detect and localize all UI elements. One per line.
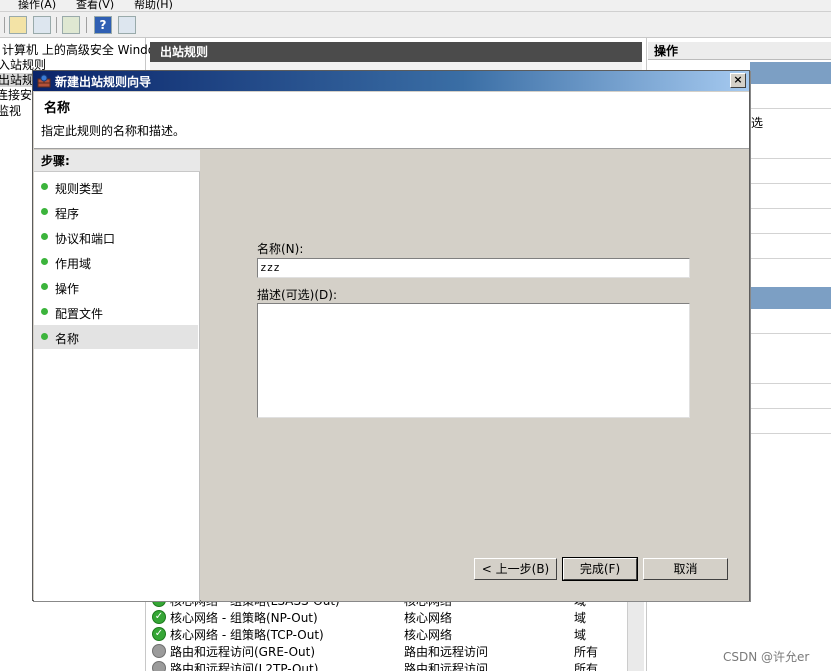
- show-hide-tree-icon[interactable]: [33, 16, 51, 34]
- actions-section-header[interactable]: [750, 287, 831, 309]
- firewall-icon: [37, 74, 51, 88]
- actions-divider: [750, 258, 831, 259]
- actions-divider: [750, 233, 831, 234]
- tree-item-root[interactable]: 计算机 上的高级安全 Windows: [2, 43, 171, 57]
- step-label: 规则类型: [55, 182, 104, 196]
- actions-divider: [750, 208, 831, 209]
- enabled-check-icon: ✓: [152, 627, 166, 641]
- actions-section-header[interactable]: [750, 62, 831, 84]
- tree-item-monitoring[interactable]: 监视: [0, 104, 21, 118]
- step-bullet-icon: [41, 233, 48, 240]
- menu-help[interactable]: 帮助(H): [134, 0, 173, 11]
- actions-divider: [750, 333, 831, 334]
- help-icon[interactable]: ?: [94, 16, 112, 34]
- rule-row[interactable]: 路由和远程访问(L2TP-Out) 路由和远程访问 所有: [148, 660, 626, 671]
- step-bullet-icon: [41, 183, 48, 190]
- step-item[interactable]: 协议和端口: [34, 225, 198, 249]
- steps-title: 步骤:: [34, 150, 200, 172]
- toolbar-separator: [56, 17, 57, 33]
- new-outbound-rule-wizard: 新建出站规则向导 × 名称 指定此规则的名称和描述。 步骤: 规则类型程序协议和…: [32, 70, 750, 601]
- step-bullet-icon: [41, 258, 48, 265]
- rules-list-scrollbar[interactable]: [627, 594, 644, 671]
- enabled-check-icon: ✓: [152, 610, 166, 624]
- actions-divider: [750, 433, 831, 434]
- step-bullet-icon: [41, 333, 48, 340]
- actions-divider: [750, 158, 831, 159]
- rule-group: 核心网络: [404, 628, 453, 642]
- step-bullet-icon: [41, 308, 48, 315]
- toolbar-separator: [86, 17, 87, 33]
- step-item[interactable]: 规则类型: [34, 175, 198, 199]
- actions-divider: [750, 408, 831, 409]
- step-label: 操作: [55, 282, 80, 296]
- rule-profile: 域: [574, 628, 587, 642]
- wizard-header: 名称 指定此规则的名称和描述。: [34, 92, 749, 149]
- name-field[interactable]: zzz: [257, 258, 690, 278]
- name-label: 名称(N):: [257, 242, 304, 256]
- wizard-page-title: 名称: [44, 101, 71, 116]
- step-item[interactable]: 作用域: [34, 250, 198, 274]
- finish-button[interactable]: 完成(F): [562, 557, 638, 581]
- step-bullet-icon: [41, 208, 48, 215]
- step-label: 配置文件: [55, 307, 104, 321]
- step-item[interactable]: 配置文件: [34, 300, 198, 324]
- rule-name: 路由和远程访问(L2TP-Out): [170, 662, 319, 671]
- step-label: 名称: [55, 332, 80, 346]
- dialog-title: 新建出站规则向导: [55, 75, 152, 89]
- rule-group: 路由和远程访问: [404, 662, 489, 671]
- toolbar-separator: [4, 17, 5, 33]
- wizard-page-description: 指定此规则的名称和描述。: [41, 124, 186, 138]
- rule-group: 核心网络: [404, 611, 453, 625]
- wizard-content: 名称(N): zzz 描述(可选)(D): < 上一步(B) 完成(F) 取消: [201, 150, 749, 601]
- steps-panel: 步骤: 规则类型程序协议和端口作用域操作配置文件名称: [34, 150, 200, 601]
- disabled-rule-icon: [152, 644, 166, 658]
- step-bullet-icon: [41, 283, 48, 290]
- rule-row[interactable]: ✓ 核心网络 - 组策略(TCP-Out) 核心网络 域: [148, 626, 626, 643]
- rule-profile: 域: [574, 611, 587, 625]
- toolbar: ?: [0, 12, 831, 38]
- rule-name: 核心网络 - 组策略(NP-Out): [170, 611, 318, 625]
- dialog-titlebar[interactable]: 新建出站规则向导 ×: [33, 71, 749, 91]
- disabled-rule-icon: [152, 661, 166, 671]
- step-item[interactable]: 程序: [34, 200, 198, 224]
- actions-item-partial[interactable]: 选: [751, 114, 763, 131]
- folder-up-icon[interactable]: [9, 16, 27, 34]
- actions-pane-title: 操作: [648, 42, 831, 60]
- menu-bar: 操作(A) 查看(V) 帮助(H): [0, 0, 831, 12]
- actions-divider: [750, 183, 831, 184]
- description-label: 描述(可选)(D):: [257, 288, 338, 302]
- back-button[interactable]: < 上一步(B): [474, 558, 557, 580]
- actions-divider: [750, 108, 831, 109]
- rule-profile: 所有: [574, 662, 599, 671]
- step-item[interactable]: 名称: [34, 325, 198, 349]
- rule-row[interactable]: 路由和远程访问(GRE-Out) 路由和远程访问 所有: [148, 643, 626, 660]
- watermark: CSDN @许允er: [723, 650, 810, 664]
- rules-list: ✓核心网络 - 组策略(LSASS-Out)核心网络域✓核心网络 - 组策略(N…: [148, 593, 644, 671]
- rule-row[interactable]: ✓ 核心网络 - 组策略(NP-Out) 核心网络 域: [148, 609, 626, 626]
- close-icon[interactable]: ×: [730, 73, 746, 88]
- step-label: 协议和端口: [55, 232, 116, 246]
- step-label: 作用域: [55, 257, 92, 271]
- actions-divider: [750, 383, 831, 384]
- cancel-button[interactable]: 取消: [643, 558, 728, 580]
- menu-action[interactable]: 操作(A): [18, 0, 56, 11]
- center-pane-title: 出站规则: [150, 42, 642, 62]
- rule-name: 核心网络 - 组策略(TCP-Out): [170, 628, 324, 642]
- rule-profile: 所有: [574, 645, 599, 659]
- show-hide-action-pane-icon[interactable]: [118, 16, 136, 34]
- rule-group: 路由和远程访问: [404, 645, 489, 659]
- export-icon[interactable]: [62, 16, 80, 34]
- step-item[interactable]: 操作: [34, 275, 198, 299]
- description-field[interactable]: [257, 303, 690, 418]
- rule-name: 路由和远程访问(GRE-Out): [170, 645, 316, 659]
- menu-view[interactable]: 查看(V): [76, 0, 114, 11]
- step-label: 程序: [55, 207, 80, 221]
